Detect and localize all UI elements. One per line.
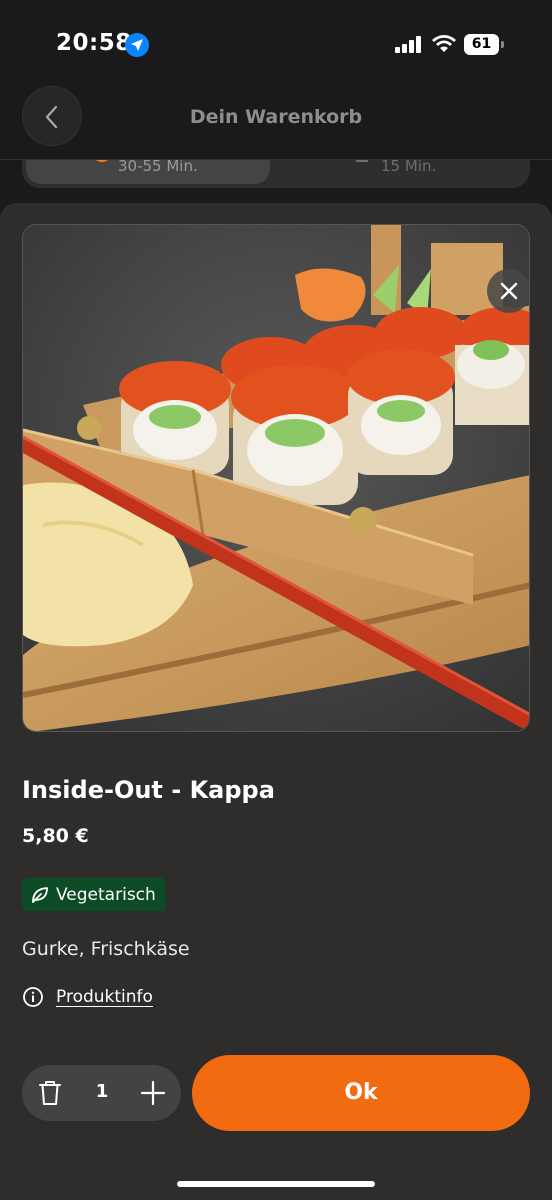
plus-icon[interactable] xyxy=(140,1080,166,1106)
product-info-label[interactable]: Produktinfo xyxy=(56,987,153,1007)
quantity-value: 1 xyxy=(95,1081,109,1102)
delivery-option-toggle: 30-55 Min. 15 Min. xyxy=(0,160,552,205)
leaf-icon xyxy=(32,886,48,903)
product-image xyxy=(22,224,530,732)
ok-button[interactable]: Ok xyxy=(192,1055,530,1131)
battery-level: 61 xyxy=(464,34,499,55)
home-indicator[interactable] xyxy=(177,1181,375,1187)
page-title: Dein Warenkorb xyxy=(189,106,363,128)
close-button[interactable] xyxy=(487,269,529,313)
product-name: Inside-Out - Kappa xyxy=(22,776,275,804)
delivery-time: 30-55 Min. xyxy=(118,160,198,175)
close-icon xyxy=(500,282,518,300)
battery-icon: 61 xyxy=(464,34,504,55)
location-arrow-icon xyxy=(125,33,149,57)
nav-bar: Dein Warenkorb xyxy=(0,80,552,160)
trash-icon[interactable] xyxy=(37,1079,63,1107)
wifi-icon xyxy=(432,35,456,52)
cellular-signal-icon xyxy=(395,36,423,53)
pickup-time[interactable]: 15 Min. xyxy=(381,160,436,175)
product-ingredients: Gurke, Frischkäse xyxy=(22,938,190,960)
status-bar: 20:58 61 xyxy=(0,0,552,90)
bag-icon xyxy=(356,160,368,162)
badge-label: Vegetarisch xyxy=(56,884,156,905)
status-time: 20:58 xyxy=(56,30,132,56)
quantity-stepper: 1 xyxy=(22,1065,181,1121)
info-icon xyxy=(23,987,43,1007)
vegetarian-badge: Vegetarisch xyxy=(22,878,166,911)
product-info-link[interactable]: Produktinfo xyxy=(22,986,153,1008)
product-price: 5,80 € xyxy=(22,825,89,847)
product-detail-sheet: Inside-Out - Kappa 5,80 € Vegetarisch Gu… xyxy=(0,203,552,1200)
